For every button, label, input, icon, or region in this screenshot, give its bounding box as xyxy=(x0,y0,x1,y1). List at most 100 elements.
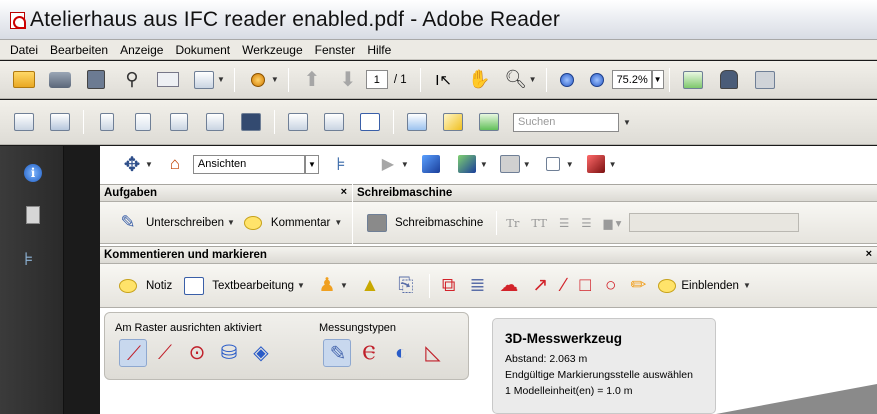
properties-icon[interactable] xyxy=(405,110,429,134)
rotate-3d-icon[interactable]: ✥ xyxy=(120,152,144,176)
next-page-icon[interactable]: ⬇ xyxy=(336,68,360,92)
text-smaller-icon[interactable]: Tr xyxy=(506,216,519,230)
comment-button[interactable]: Kommentar xyxy=(271,217,330,229)
3d-view-icon[interactable] xyxy=(358,110,382,134)
menu-werkzeuge[interactable]: Werkzeuge xyxy=(236,43,308,57)
background-color-icon[interactable] xyxy=(541,152,565,176)
stamp-icon[interactable]: ♟ xyxy=(315,274,339,298)
search-binoculars-icon[interactable]: ⚲ xyxy=(120,68,144,92)
render-mode-dropdown-icon[interactable]: ▼ xyxy=(480,160,488,169)
fit-width-icon[interactable] xyxy=(12,110,36,134)
fit-page-icon-2[interactable] xyxy=(48,110,72,134)
sign-dropdown-icon[interactable]: ▼ xyxy=(227,218,235,227)
menu-fenster[interactable]: Fenster xyxy=(309,43,362,57)
note-icon[interactable] xyxy=(116,274,140,298)
line-icon[interactable]: ∕ xyxy=(562,275,565,296)
single-page-continuous-icon[interactable] xyxy=(131,110,155,134)
two-up-continuous-icon[interactable] xyxy=(203,110,227,134)
cross-section-icon[interactable] xyxy=(584,152,608,176)
select-tool-icon[interactable]: I↖ xyxy=(432,68,456,92)
snap-silhouette-icon[interactable]: ⟋ xyxy=(151,339,179,367)
hand-tool-icon[interactable]: ✋ xyxy=(468,68,492,92)
show-button[interactable]: Einblenden xyxy=(681,280,739,292)
collaborate-dropdown-icon[interactable]: ▼ xyxy=(271,75,279,84)
animation-dropdown-icon[interactable]: ▼ xyxy=(401,160,409,169)
lighting-icon[interactable] xyxy=(498,152,522,176)
save-icon[interactable] xyxy=(84,68,108,92)
grid-icon[interactable] xyxy=(477,110,501,134)
text-edit-icon[interactable] xyxy=(182,274,206,298)
measure-tool-icon[interactable] xyxy=(441,110,465,134)
cross-section-dropdown-icon[interactable]: ▼ xyxy=(609,160,617,169)
menu-anzeige[interactable]: Anzeige xyxy=(114,43,169,57)
menu-hilfe[interactable]: Hilfe xyxy=(361,43,397,57)
kommentieren-close-button[interactable]: × xyxy=(866,248,872,260)
menu-datei[interactable]: Datei xyxy=(4,43,44,57)
model-tree-toggle-icon[interactable]: ⊧ xyxy=(329,152,353,176)
sign-button[interactable]: Unterschreiben xyxy=(146,217,224,229)
email-icon[interactable] xyxy=(156,68,180,92)
background-color-dropdown-icon[interactable]: ▼ xyxy=(566,160,574,169)
projection-icon[interactable] xyxy=(419,152,443,176)
two-up-icon[interactable] xyxy=(167,110,191,134)
full-screen-icon[interactable] xyxy=(239,110,263,134)
collaborate-icon[interactable] xyxy=(246,68,270,92)
text-field-icon[interactable]: ≣ xyxy=(469,275,485,296)
line-spacing-larger-icon[interactable]: ☰ xyxy=(581,216,591,230)
previous-page-icon[interactable]: ⬆ xyxy=(300,68,324,92)
menu-dokument[interactable]: Dokument xyxy=(169,43,236,57)
rotate-ccw-icon[interactable] xyxy=(286,110,310,134)
sign-pen-icon[interactable]: ✎ xyxy=(116,211,140,235)
measure-distance-icon[interactable]: ✎ xyxy=(323,339,351,367)
reading-mode-icon[interactable] xyxy=(717,68,741,92)
marquee-zoom-icon[interactable]: 🔍︎ xyxy=(504,68,528,92)
menu-bearbeiten[interactable]: Bearbeiten xyxy=(44,43,114,57)
measure-perpendicular-icon[interactable]: Ⲉ xyxy=(355,339,383,367)
cloud-icon[interactable]: ☁ xyxy=(499,275,518,296)
typewriter-icon[interactable] xyxy=(365,211,389,235)
zoom-out-icon[interactable] xyxy=(555,68,579,92)
render-mode-icon[interactable] xyxy=(455,152,479,176)
snap-radial-icon[interactable]: ⊙ xyxy=(183,339,211,367)
views-select[interactable]: Ansichten xyxy=(192,154,305,174)
rotate-cw-icon[interactable] xyxy=(322,110,346,134)
pencil-icon[interactable]: ✏ xyxy=(630,275,646,296)
single-page-icon[interactable] xyxy=(95,110,119,134)
text-edit-button[interactable]: Textbearbeitung xyxy=(212,280,294,292)
font-select[interactable] xyxy=(629,213,800,232)
snap-plane-icon[interactable]: ◈ xyxy=(247,339,275,367)
pages-icon[interactable] xyxy=(26,206,40,224)
zoom-input[interactable]: 75.2% xyxy=(611,70,652,89)
snap-edge-icon[interactable]: ⟋ xyxy=(119,339,147,367)
open-folder-icon[interactable] xyxy=(12,68,36,92)
snap-cylinder-icon[interactable]: ⛁ xyxy=(215,339,243,367)
font-color-icon[interactable]: ▆ ▾ xyxy=(604,216,622,230)
fit-page-icon[interactable] xyxy=(681,68,705,92)
snapshot-icon[interactable] xyxy=(753,68,777,92)
highlight-text-icon[interactable]: ▲ xyxy=(358,274,382,298)
share-icon[interactable] xyxy=(192,68,216,92)
stamp-dropdown-icon[interactable]: ▼ xyxy=(340,281,348,290)
home-view-icon[interactable]: ⌂ xyxy=(163,152,187,176)
rotate-3d-dropdown-icon[interactable]: ▼ xyxy=(145,160,153,169)
comment-bubble-icon[interactable] xyxy=(241,211,265,235)
line-spacing-smaller-icon[interactable]: ☰ xyxy=(559,216,569,230)
zoom-dropdown-icon[interactable]: ▼ xyxy=(651,70,664,89)
arrow-icon[interactable]: ↗ xyxy=(532,275,548,296)
note-button[interactable]: Notiz xyxy=(146,280,172,292)
model-tree-icon[interactable]: ⊧ xyxy=(24,250,42,268)
page-number-input[interactable]: 1 xyxy=(365,70,388,89)
share-dropdown-icon[interactable]: ▼ xyxy=(217,75,225,84)
search-input[interactable]: Suchen xyxy=(513,112,619,132)
lighting-dropdown-icon[interactable]: ▼ xyxy=(523,160,531,169)
aufgaben-close-button[interactable]: × xyxy=(341,186,347,198)
text-edit-dropdown-icon[interactable]: ▼ xyxy=(297,281,305,290)
measure-radial-icon[interactable]: ◐ xyxy=(387,339,415,367)
show-dropdown-icon[interactable]: ▼ xyxy=(743,281,751,290)
print-icon[interactable] xyxy=(48,68,72,92)
measure-angle-icon[interactable]: ◺ xyxy=(419,339,447,367)
show-comments-icon[interactable] xyxy=(655,274,679,298)
info-icon[interactable]: i xyxy=(24,164,42,182)
marquee-zoom-dropdown-icon[interactable]: ▼ xyxy=(529,75,537,84)
typewriter-button[interactable]: Schreibmaschine xyxy=(395,217,483,229)
